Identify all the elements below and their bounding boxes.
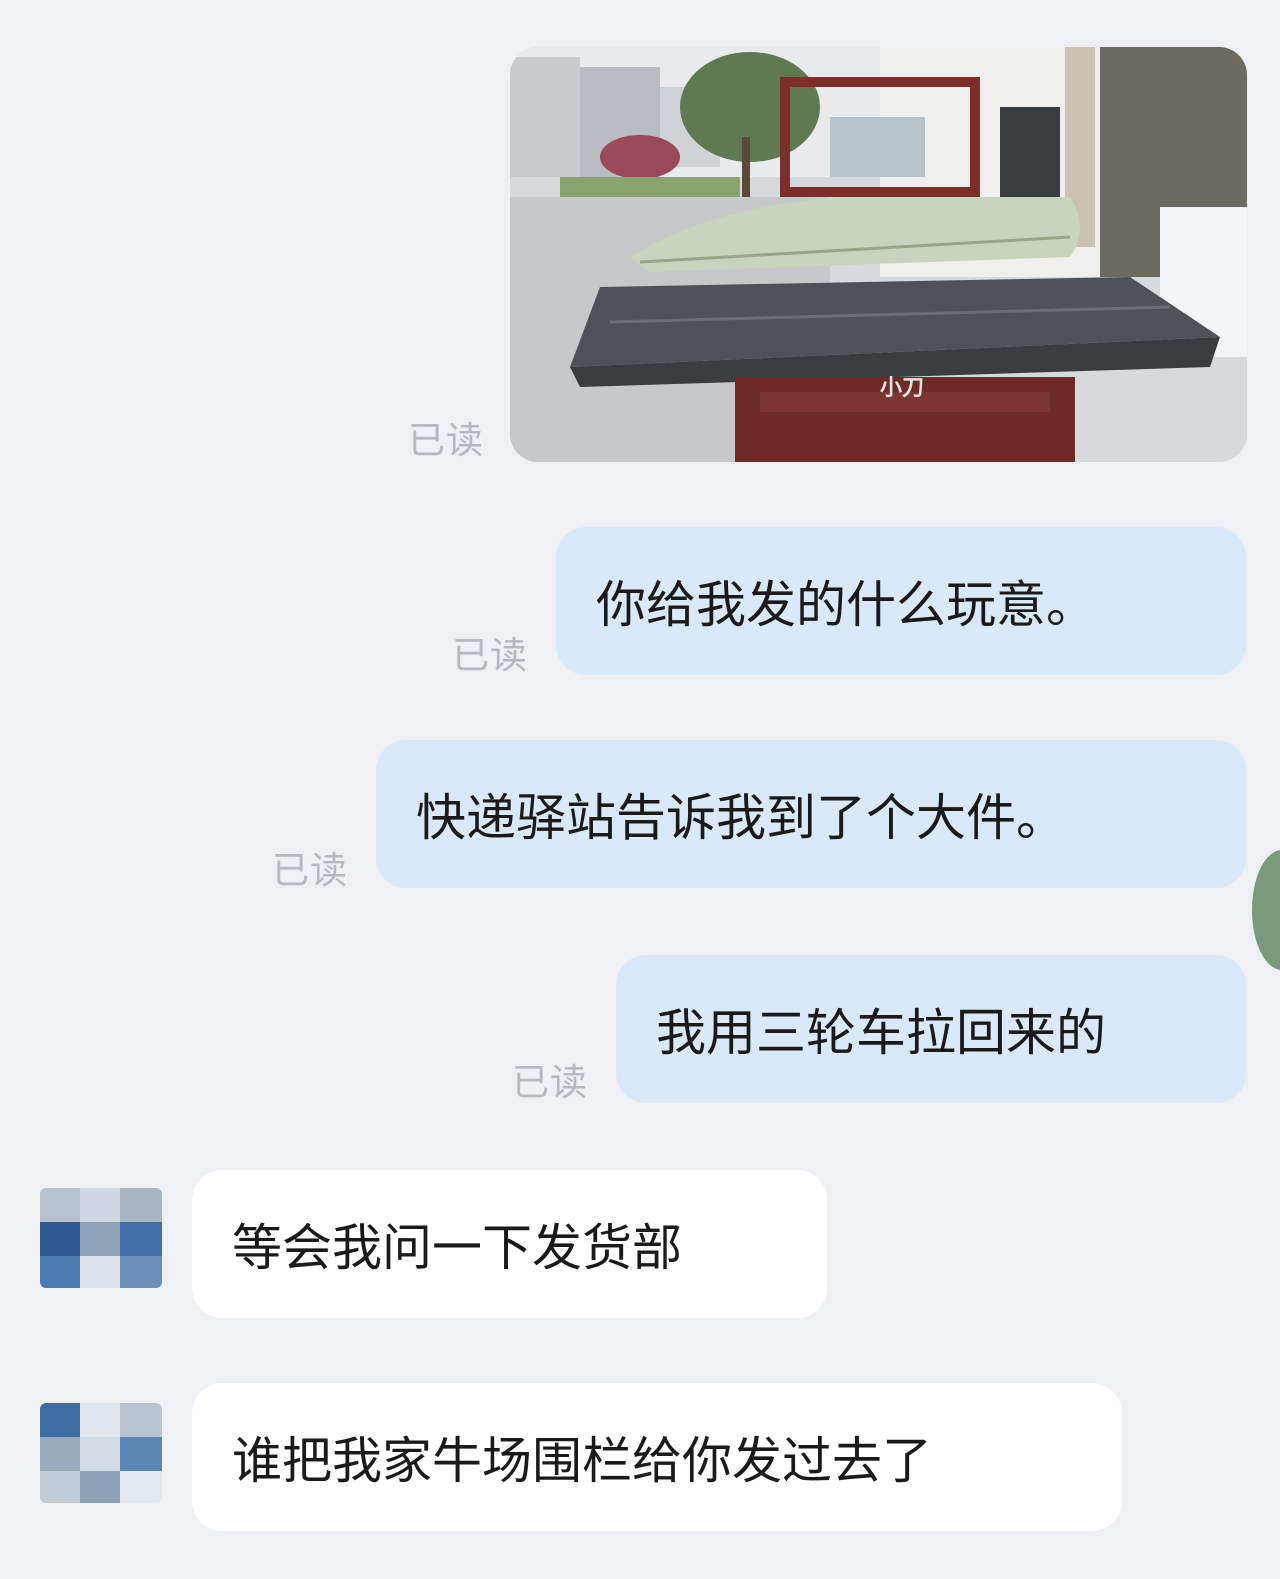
message-bubble-outgoing[interactable]: 你给我发的什么玩意。 — [556, 527, 1246, 675]
tricycle-photo: 小刀 — [510, 47, 1247, 462]
read-receipt: 已读 — [408, 419, 484, 462]
photo-sign-text: 小刀 — [880, 376, 924, 401]
chat-thread[interactable]: 已读 小刀 已读 你给我发的什么玩意。 已读 快递驿站告诉我到了个大件。 已读 … — [0, 0, 1280, 1579]
message-text: 快递驿站告诉我到了个大件。 — [416, 789, 1066, 847]
message-text: 我用三轮车拉回来的 — [656, 1004, 1106, 1062]
message-bubble-outgoing[interactable]: 我用三轮车拉回来的 — [616, 955, 1246, 1103]
image-message[interactable]: 小刀 — [510, 47, 1247, 462]
read-receipt: 已读 — [272, 849, 348, 892]
avatar[interactable] — [40, 1403, 162, 1503]
message-text: 谁把我家牛场围栏给你发过去了 — [232, 1432, 932, 1490]
message-bubble-outgoing[interactable]: 快递驿站告诉我到了个大件。 — [376, 740, 1246, 888]
avatar[interactable] — [1252, 850, 1280, 970]
message-text: 等会我问一下发货部 — [232, 1219, 682, 1277]
read-receipt: 已读 — [452, 634, 528, 677]
message-text: 你给我发的什么玩意。 — [596, 576, 1096, 634]
message-bubble-incoming[interactable]: 等会我问一下发货部 — [192, 1170, 827, 1318]
read-receipt: 已读 — [512, 1061, 588, 1104]
avatar[interactable] — [40, 1188, 162, 1288]
message-bubble-incoming[interactable]: 谁把我家牛场围栏给你发过去了 — [192, 1383, 1122, 1531]
